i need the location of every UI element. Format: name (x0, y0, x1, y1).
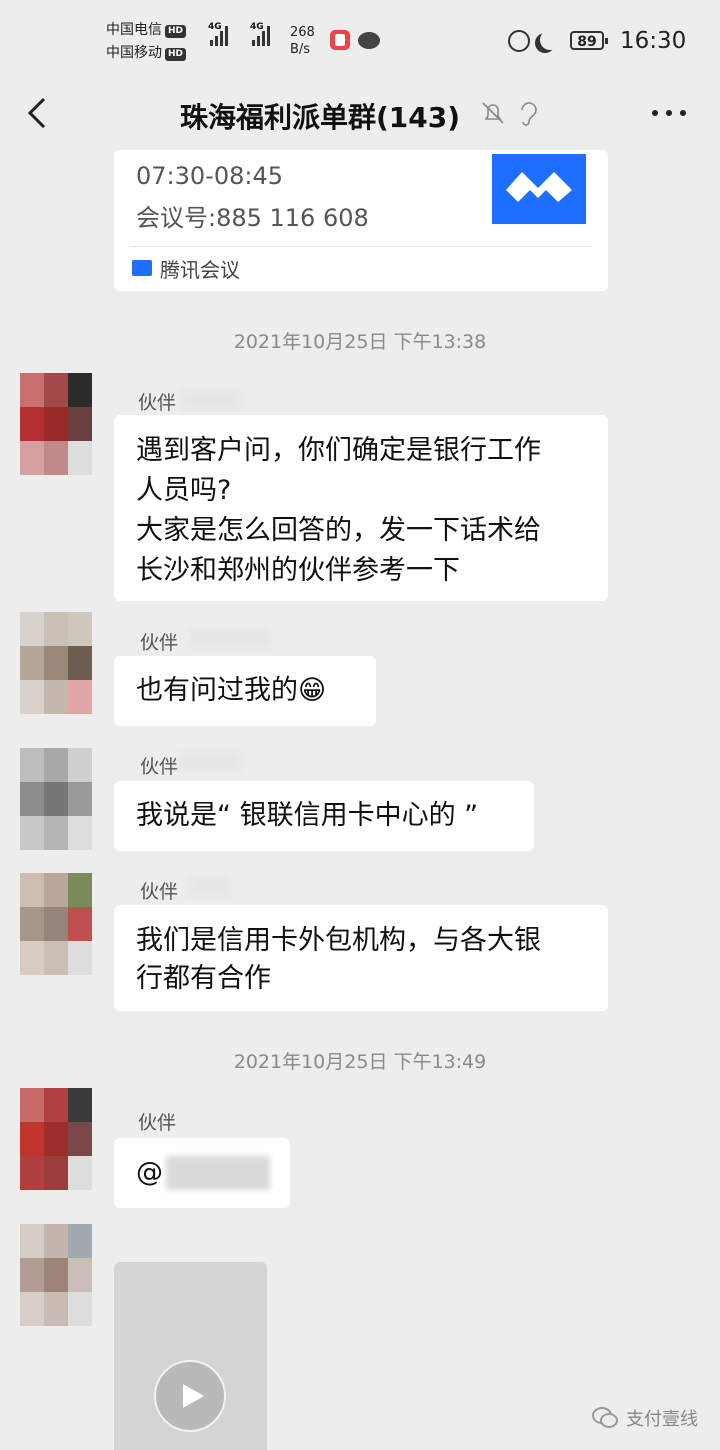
alarm-icon (508, 30, 530, 52)
sender-name: 伙伴 (138, 1112, 177, 1134)
redacted-mention (166, 1156, 270, 1190)
clock: 16:30 (620, 28, 687, 54)
card-divider (130, 246, 592, 247)
network-speed: 268 B/s (290, 25, 315, 57)
carrier-1: 中国电信 HD (106, 20, 187, 40)
play-icon[interactable] (154, 1360, 226, 1432)
signal-icon-2: 4G (250, 22, 272, 46)
back-arrow-icon[interactable] (24, 96, 50, 130)
message-text: 我说是“ 银联信用卡中心的 ” (136, 800, 479, 831)
message-line: 大家是怎么回答的，发一下话术给 (136, 515, 541, 546)
moon-icon (540, 30, 560, 50)
sender-name: 伙伴 (140, 632, 179, 654)
status-bar: 中国电信 HD 中国移动 HD 4G 4G 268 B/s 89 16:30 (0, 0, 720, 84)
meeting-id: 会议号:885 116 608 (136, 204, 369, 232)
meeting-time: 07:30-08:45 (136, 162, 283, 190)
watermark-text: 支付壹线 (626, 1409, 698, 1430)
avatar[interactable] (20, 748, 92, 850)
avatar[interactable] (20, 873, 92, 975)
message-line: 遇到客户问，你们确定是银行工作 (136, 435, 541, 466)
avatar[interactable] (20, 1088, 92, 1190)
meeting-card[interactable]: 07:30-08:45 会议号:885 116 608 腾讯会议 (114, 150, 608, 291)
tencent-meeting-small-icon (132, 260, 152, 276)
tencent-meeting-logo (492, 154, 586, 224)
redacted-name (180, 752, 240, 772)
group-title: 珠海福利派单群(143) (180, 101, 461, 134)
ear-icon (521, 102, 537, 126)
message-bubble[interactable]: 我们是信用卡外包机构，与各大银 行都有合作 (114, 905, 608, 1011)
message-line: 长沙和郑州的伙伴参考一下 (136, 555, 460, 586)
avatar[interactable] (20, 1224, 92, 1326)
message-timestamp: 2021年10月25日 下午13:49 (233, 1051, 487, 1073)
sender-name: 伙伴 (140, 881, 179, 903)
more-options-icon[interactable] (652, 110, 688, 118)
redacted-name (190, 628, 270, 648)
carrier-2: 中国移动 HD (106, 43, 187, 63)
message-icon (358, 32, 380, 49)
chat-header: 珠海福利派单群(143) (0, 84, 720, 144)
meeting-app-name: 腾讯会议 (160, 258, 240, 282)
message-line: 我们是信用卡外包机构，与各大银 (136, 925, 541, 956)
redacted-name (180, 390, 240, 410)
message-line: 人员吗? (136, 475, 232, 506)
message-timestamp: 2021年10月25日 下午13:38 (233, 331, 487, 353)
avatar[interactable] (20, 612, 92, 714)
message-text: 也有问过我的😁 (136, 675, 327, 706)
message-bubble[interactable]: 也有问过我的😁 (114, 656, 376, 726)
sender-name: 伙伴 (140, 756, 179, 778)
wechat-logo-icon (592, 1405, 618, 1428)
mute-bell-icon (482, 102, 504, 124)
message-bubble[interactable]: 遇到客户问，你们确定是银行工作 人员吗? 大家是怎么回答的，发一下话术给 长沙和… (114, 415, 608, 601)
app-notification-icon (330, 30, 350, 50)
signal-icon-1: 4G (208, 22, 230, 46)
message-line: 行都有合作 (136, 963, 271, 994)
redacted-name (190, 877, 230, 897)
battery-icon: 89 (570, 31, 608, 50)
message-text: @ (136, 1157, 163, 1188)
message-bubble[interactable]: @ (114, 1138, 290, 1208)
video-message[interactable] (114, 1262, 267, 1450)
sender-name: 伙伴 (138, 392, 177, 414)
message-bubble[interactable]: 我说是“ 银联信用卡中心的 ” (114, 781, 534, 851)
avatar[interactable] (20, 373, 92, 475)
